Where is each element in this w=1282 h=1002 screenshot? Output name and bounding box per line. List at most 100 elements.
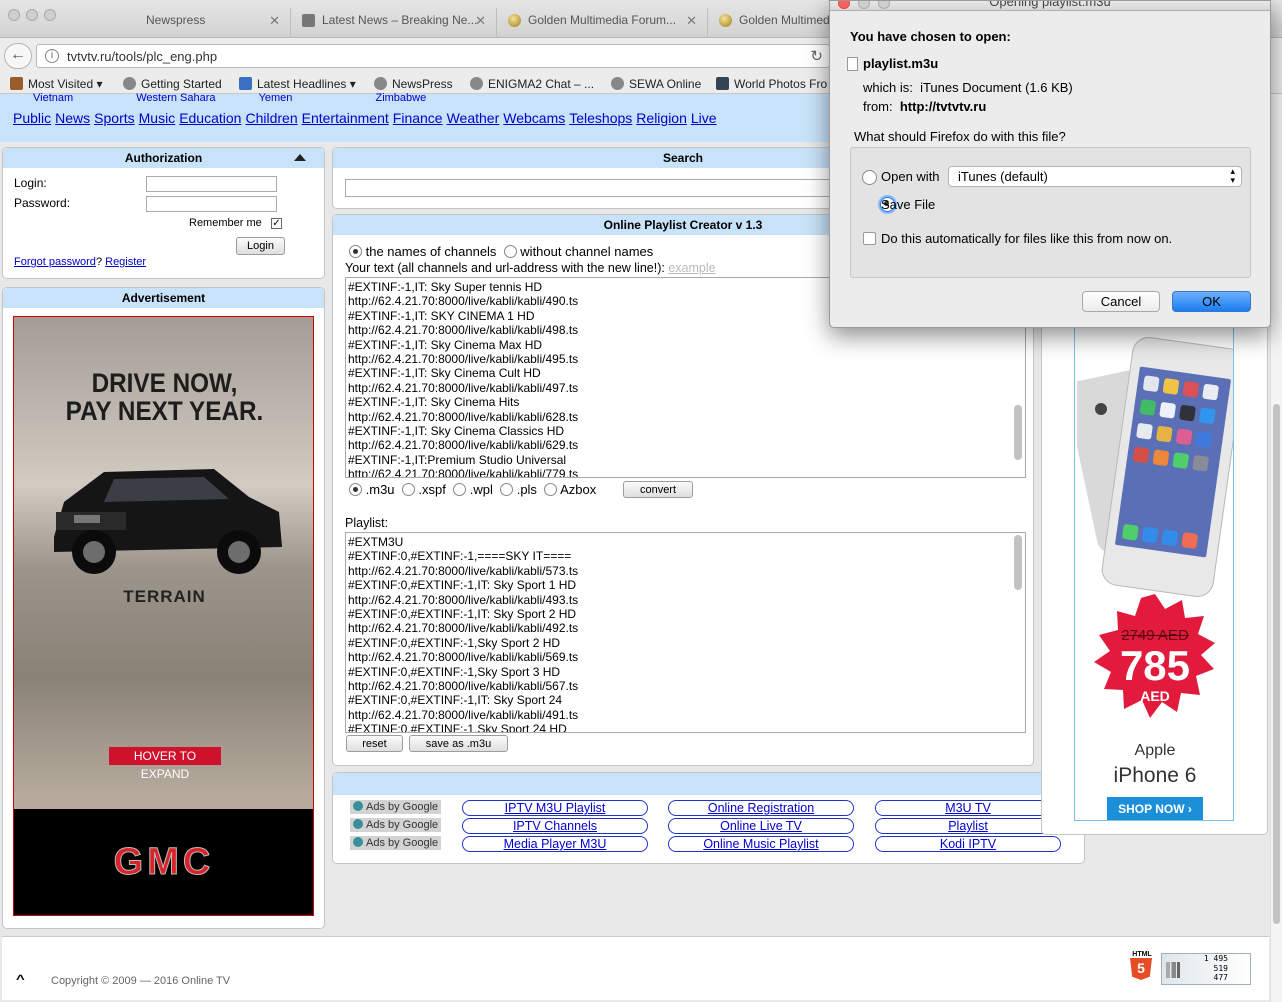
login-input[interactable] [146,176,277,192]
info-icon[interactable]: i [45,49,59,63]
bookmark-latest-headlines[interactable]: Latest Headlines ▾ [239,77,356,91]
close-icon[interactable]: ✕ [686,13,697,29]
category-webcams[interactable]: Webcams [503,110,565,126]
radio-pls[interactable] [500,483,514,496]
category-music[interactable]: Music [139,110,176,126]
bookmark-sewa[interactable]: SEWA Online [611,77,701,91]
html5-text: HTML [1132,951,1152,958]
ads-by-google[interactable]: Ads by Google [350,836,442,850]
ad-link[interactable]: Media Player M3U [462,836,648,852]
price: 785 [1119,642,1191,689]
category-weather[interactable]: Weather [447,110,500,126]
radio-azbox[interactable] [544,483,558,496]
tab-newspress[interactable]: Newspress ✕ [116,8,291,38]
info-icon [353,801,363,811]
auto-checkbox[interactable] [863,232,876,245]
bookmark-world-photos[interactable]: World Photos Fro [716,77,828,91]
bookmark-label: Latest Headlines [257,77,347,91]
ad-link[interactable]: Online Live TV [668,818,854,834]
category-children[interactable]: Children [245,110,297,126]
scroll-top-icon[interactable]: ^ [16,973,25,987]
tab-latest-news[interactable]: Latest News – Breaking Ne... ✕ [292,8,497,38]
forgot-password-link[interactable]: Forgot password [14,256,96,268]
app-select[interactable]: iTunes (default) ▴ ▾ [948,166,1242,187]
radio-wpl[interactable] [453,483,467,496]
bookmark-most-visited[interactable]: Most Visited ▾ [10,77,103,91]
ads-by-google[interactable]: Ads by Google [350,800,442,814]
ad-link[interactable]: Kodi IPTV [875,836,1061,852]
scrollbar[interactable] [1014,405,1022,460]
radio-names[interactable] [349,245,362,258]
password-input[interactable] [146,196,277,212]
category-sports[interactable]: Sports [94,110,134,126]
scroll-thumb[interactable] [1273,404,1280,924]
close-window-button[interactable] [8,9,20,21]
gmc-ad[interactable]: DRIVE NOW, PAY NEXT YEAR. TERRAIN HOVER T… [13,316,314,916]
category-public[interactable]: Public [13,110,51,126]
bookmark-getting-started[interactable]: Getting Started [123,77,222,91]
ad-link[interactable]: IPTV Channels [462,818,648,834]
ad-link[interactable]: Playlist [875,818,1061,834]
rss-icon [239,77,252,90]
ads-by-google[interactable]: Ads by Google [350,818,442,832]
visitor-counter[interactable]: 1 495 519 477 [1161,953,1251,985]
search-input[interactable] [345,179,835,197]
cancel-button[interactable]: Cancel [1082,291,1160,312]
ad-link[interactable]: Online Music Playlist [668,836,854,852]
category-religion[interactable]: Religion [636,110,687,126]
reload-icon[interactable]: ↻ [810,47,823,65]
bookmark-enigma2[interactable]: ENIGMA2 Chat – ... [470,77,594,91]
ad-link[interactable]: M3U TV [875,800,1061,816]
category-education[interactable]: Education [179,110,241,126]
category-finance[interactable]: Finance [393,110,443,126]
save-m3u-button[interactable]: save as .m3u [409,735,508,752]
category-live[interactable]: Live [691,110,717,126]
ad-link[interactable]: IPTV M3U Playlist [462,800,648,816]
category-entertainment[interactable]: Entertainment [302,110,389,126]
close-icon[interactable]: ✕ [475,13,486,29]
golden-ball-icon [719,14,732,27]
radio-xspf[interactable] [401,483,415,496]
options-box: Open with iTunes (default) ▴ ▾ Save File D… [850,147,1251,278]
ads-label: Ads by Google [366,819,439,831]
radio-m3u[interactable] [349,483,362,496]
collapse-icon[interactable] [294,154,306,161]
scrollbar[interactable] [1014,535,1022,590]
auto-label: Do this automatically for files like thi… [881,231,1173,246]
reset-button[interactable]: reset [346,735,403,752]
close-icon[interactable]: ✕ [269,13,280,29]
category-news[interactable]: News [55,110,90,126]
country-link[interactable]: Zimbabwe [375,92,426,102]
login-button[interactable]: Login [236,237,285,255]
iphone-ad[interactable]: 2749 AED 785 AED Apple iPhone 6 SHOP NOW… [1074,323,1234,821]
radio-open-with[interactable] [862,170,877,185]
remember-checkbox[interactable]: ✓ [271,218,282,229]
category-links: Public News Sports Music Education Children En… [13,110,721,126]
page-scrollbar[interactable] [1270,94,1282,1002]
bookmark-newspress[interactable]: NewsPress [374,77,453,91]
radio-no-names[interactable] [503,245,517,258]
zoom-window-button[interactable] [44,9,56,21]
ad-model: iPhone 6 [1113,764,1197,787]
url-bar[interactable]: i tvtvtv.ru/tools/plc_eng.php ↻ [36,44,830,68]
tab-golden-multimedia[interactable]: Golden Multimed [709,8,829,38]
register-link[interactable]: Register [105,256,146,268]
option-label: without channel names [520,244,654,259]
country-link[interactable]: Vietnam [33,92,73,102]
category-teleshops[interactable]: Teleshops [569,110,632,126]
country-link[interactable]: Western Sahara [136,92,215,102]
html5-badge: HTML 5 [1130,951,1154,983]
convert-button[interactable]: convert [623,481,693,498]
text-label-row: Your text (all channels and url-address … [345,261,716,275]
playlist-textarea[interactable]: #EXTM3U #EXTINF:0,#EXTINF:-1,====SKY IT==… [345,532,1026,733]
back-button[interactable]: ← [4,43,32,69]
minimize-window-button[interactable] [26,9,38,21]
country-link[interactable]: Yemen [259,92,293,102]
ok-button[interactable]: OK [1172,291,1251,312]
hover-expand-button[interactable]: HOVER TO EXPAND [109,747,221,781]
ad-link[interactable]: Online Registration [668,800,854,816]
shop-now-button[interactable]: SHOP NOW › [1107,797,1203,820]
text-line: #EXTINF:-1,IT:Premium Studio Universal [348,452,567,467]
tab-golden-forum[interactable]: Golden Multimedia Forum... ✕ [498,8,708,38]
example-link[interactable]: example [668,261,715,275]
